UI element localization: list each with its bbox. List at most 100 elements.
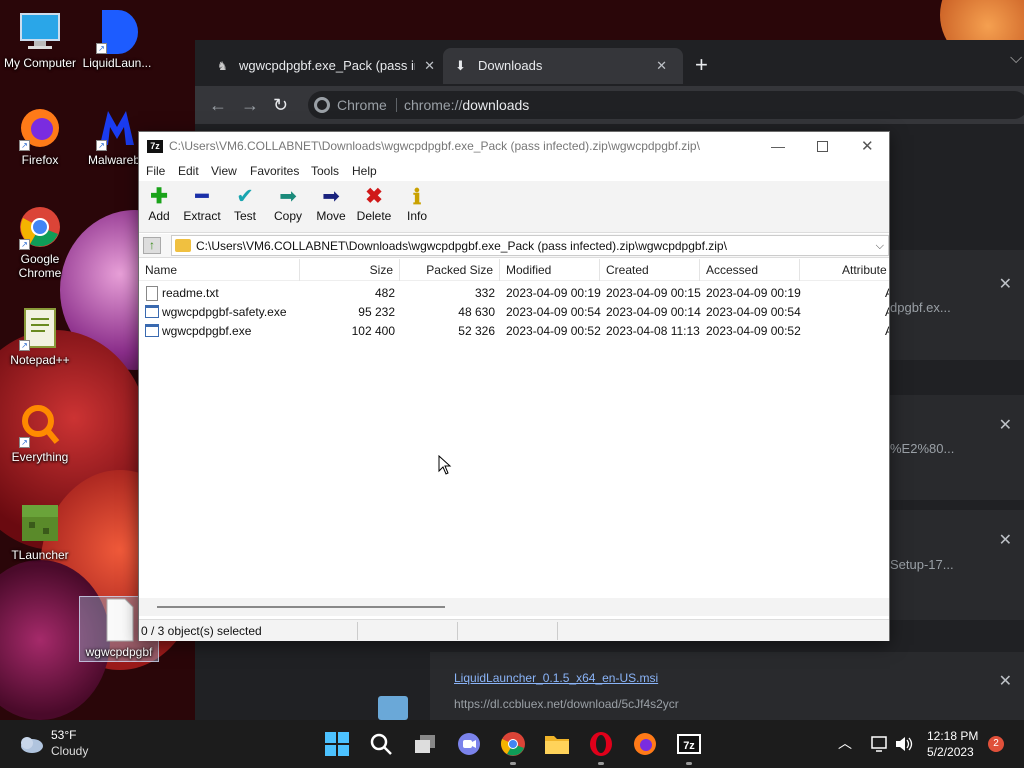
firefox-icon[interactable] xyxy=(632,731,658,757)
download-filename[interactable]: Setup-17... xyxy=(890,557,954,572)
remove-download-icon[interactable]: ✕ xyxy=(999,530,1012,550)
desktop-icon-google-chrome[interactable]: ↗ Google Chrome xyxy=(0,204,80,280)
path-combobox[interactable]: C:\Users\VM6.COLLABNET\Downloads\wgwcpdp… xyxy=(171,235,889,256)
col-size[interactable]: Size xyxy=(300,259,400,281)
file-accessed: 2023-04-09 00:19 xyxy=(706,286,801,300)
menu-favorites[interactable]: Favorites xyxy=(250,161,299,181)
omnibox[interactable]: Chrome chrome://downloads xyxy=(308,91,1024,119)
maximize-button[interactable] xyxy=(817,141,828,152)
new-tab-button[interactable]: + xyxy=(695,54,708,76)
horizontal-scrollbar[interactable] xyxy=(139,598,889,616)
volume-icon[interactable] xyxy=(894,735,914,753)
menu-file[interactable]: File xyxy=(146,161,165,181)
extract-button[interactable]: ━ Extract xyxy=(180,185,224,223)
menu-view[interactable]: View xyxy=(211,161,237,181)
file-size: 102 400 xyxy=(351,324,395,338)
col-accessed[interactable]: Accessed xyxy=(700,259,800,281)
url-scheme: chrome:// xyxy=(404,97,463,113)
button-label: Move xyxy=(316,209,346,223)
chrome-site-icon xyxy=(314,97,330,113)
download-filename[interactable]: %E2%80... xyxy=(890,441,954,456)
file-explorer-icon[interactable] xyxy=(544,731,570,757)
weather-widget[interactable]: 53°F Cloudy xyxy=(14,726,134,762)
menu-tools[interactable]: Tools xyxy=(311,161,339,181)
delete-button[interactable]: ✖ Delete xyxy=(352,185,396,223)
file-packed-size: 332 xyxy=(474,286,495,300)
scrollbar-thumb[interactable] xyxy=(157,606,445,608)
tab-zip-download[interactable]: ♞ wgwcpdpgbf.exe_Pack (pass infec ✕ xyxy=(205,48,441,84)
file-attribute: A xyxy=(885,322,889,341)
shortcut-arrow-icon: ↗ xyxy=(19,340,30,351)
desktop-icon-label: Everything xyxy=(11,450,69,464)
desktop-icon-firefox[interactable]: ↗ Firefox xyxy=(0,105,80,167)
move-button[interactable]: ➡ Move xyxy=(309,185,353,223)
col-packed-size[interactable]: Packed Size xyxy=(400,259,500,281)
test-button[interactable]: ✔ Test xyxy=(223,185,267,223)
file-icon xyxy=(96,597,142,643)
col-created[interactable]: Created xyxy=(600,259,700,281)
chat-icon[interactable] xyxy=(456,731,482,757)
table-row[interactable]: wgwcpdpgbf-safety.exe 95 232 48 630 2023… xyxy=(139,303,889,322)
desktop-icon-notepadpp[interactable]: ↗ Notepad++ xyxy=(0,305,80,367)
address-bar: ← → ↻ Chrome chrome://downloads xyxy=(195,86,1024,124)
search-icon[interactable] xyxy=(368,731,394,757)
table-row[interactable]: readme.txt 482 332 2023-04-09 00:19 2023… xyxy=(139,284,889,303)
download-filename-link[interactable]: LiquidLauncher_0.1.5_x64_en-US.msi xyxy=(454,671,658,685)
minimize-icon[interactable]: ⌵ xyxy=(1010,50,1024,74)
col-attribute[interactable]: Attribute xyxy=(800,259,889,281)
download-filename[interactable]: dpgbf.ex... xyxy=(890,300,951,315)
download-url: https://dl.ccbluex.net/download/5cJf4s2y… xyxy=(454,697,679,711)
up-folder-icon[interactable]: ↑ xyxy=(143,237,161,254)
clock-date[interactable]: 5/2/2023 xyxy=(927,745,974,759)
start-icon[interactable] xyxy=(324,731,350,757)
col-modified[interactable]: Modified xyxy=(500,259,600,281)
file-packed-size: 52 326 xyxy=(458,324,495,338)
7zip-icon[interactable]: 7z xyxy=(676,731,702,757)
chevron-up-icon[interactable]: ︿ xyxy=(838,733,852,753)
desktop-icon-everything[interactable]: ↗ Everything xyxy=(0,402,80,464)
info-button[interactable]: ℹ Info xyxy=(395,185,439,223)
network-icon[interactable] xyxy=(870,735,890,753)
minimize-button[interactable]: — xyxy=(771,132,785,161)
opera-icon[interactable] xyxy=(588,731,614,757)
menu-bar: File Edit View Favorites Tools Help xyxy=(139,161,889,181)
file-created: 2023-04-09 00:15 xyxy=(606,286,701,300)
desktop-icon-label: Google Chrome xyxy=(18,252,62,280)
file-size: 95 232 xyxy=(358,305,395,319)
desktop-icon-label: Notepad++ xyxy=(10,353,70,367)
remove-download-icon[interactable]: ✕ xyxy=(999,274,1012,294)
copy-button[interactable]: ➡ Copy xyxy=(266,185,310,223)
tlauncher-icon xyxy=(17,500,63,546)
chrome-icon[interactable] xyxy=(500,731,526,757)
table-row[interactable]: wgwcpdpgbf.exe 102 400 52 326 2023-04-09… xyxy=(139,322,889,341)
menu-edit[interactable]: Edit xyxy=(178,161,199,181)
reload-icon[interactable]: ↻ xyxy=(273,96,288,114)
add-button[interactable]: ✚ Add xyxy=(137,185,181,223)
close-tab-icon[interactable]: ✕ xyxy=(424,48,435,84)
close-tab-icon[interactable]: ✕ xyxy=(656,48,667,84)
menu-help[interactable]: Help xyxy=(352,161,377,181)
notification-badge[interactable]: 2 xyxy=(988,736,1004,752)
desktop-icon-tlauncher[interactable]: TLauncher xyxy=(0,500,80,562)
status-divider xyxy=(557,622,558,640)
tab-downloads[interactable]: ⬇ Downloads ✕ xyxy=(443,48,683,84)
desktop-icon-liquidlauncher[interactable]: ↗ LiquidLaun... xyxy=(77,8,157,70)
toolbar: ✚ Add ━ Extract ✔ Test ➡ Copy ➡ Move ✖ Delete … xyxy=(139,181,889,233)
clock-time[interactable]: 12:18 PM xyxy=(927,729,978,743)
remove-download-icon[interactable]: ✕ xyxy=(999,671,1012,691)
file-modified: 2023-04-09 00:19 xyxy=(506,286,601,300)
forward-icon[interactable]: → xyxy=(241,96,259,114)
desktop-icon-my-computer[interactable]: My Computer xyxy=(0,8,80,70)
close-button[interactable]: ✕ xyxy=(861,132,874,161)
col-name[interactable]: Name xyxy=(139,259,300,281)
back-icon[interactable]: ← xyxy=(209,96,227,114)
weather-temp: 53°F xyxy=(51,728,77,742)
column-header: Name Size Packed Size Modified Created A… xyxy=(139,259,889,281)
url-path: downloads xyxy=(462,97,530,113)
task-view-icon[interactable] xyxy=(412,731,438,757)
copy-icon: ➡ xyxy=(279,185,297,208)
svg-text:7z: 7z xyxy=(683,740,695,752)
remove-download-icon[interactable]: ✕ xyxy=(999,415,1012,435)
chevron-down-icon[interactable]: ⌵ xyxy=(876,236,884,256)
shortcut-arrow-icon: ↗ xyxy=(96,140,107,151)
